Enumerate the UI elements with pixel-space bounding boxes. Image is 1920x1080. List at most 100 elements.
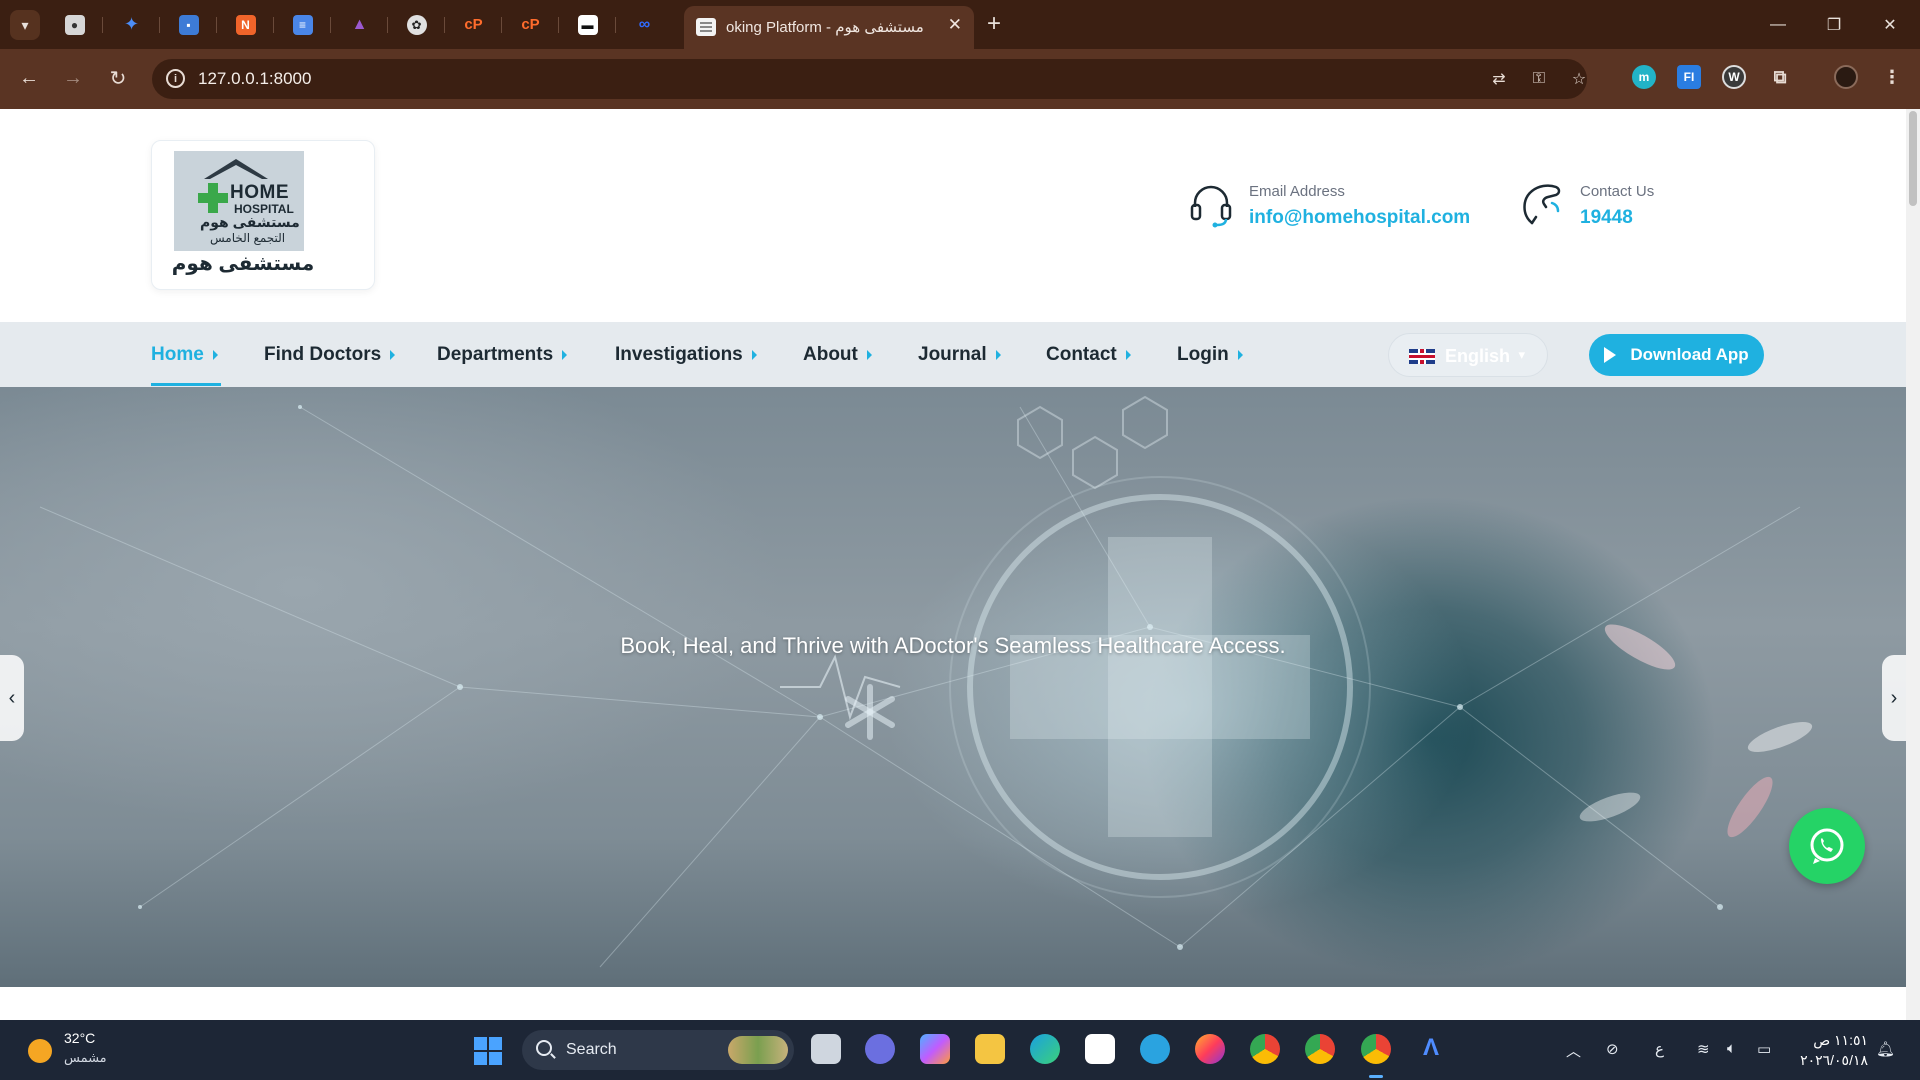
site-header: HOME HOSPITAL مستشفى هوم التجمع الخامس م… — [0, 109, 1906, 322]
extension-fi-icon[interactable]: FI — [1677, 65, 1701, 89]
tab-favicon-1: ● — [64, 14, 85, 35]
pinned-tab[interactable]: cP — [445, 0, 502, 49]
chrome-active-icon[interactable] — [1361, 1034, 1391, 1078]
app-a-icon[interactable]: Λ — [1416, 1034, 1446, 1064]
weather-temperature[interactable]: 32°C — [64, 1030, 95, 1046]
nav-contact[interactable]: Contact — [1046, 322, 1131, 387]
restore-icon[interactable]: ❐ — [1806, 0, 1862, 49]
tab-favicon-6: ▲ — [351, 15, 368, 33]
tab-favicon-4: N — [235, 14, 256, 35]
language-select[interactable]: English ▾ — [1388, 333, 1548, 377]
store-icon[interactable] — [1085, 1034, 1115, 1064]
telegram-icon[interactable] — [1140, 1034, 1170, 1064]
email-link[interactable]: info@homehospital.com — [1249, 207, 1470, 229]
url-text[interactable]: 127.0.0.1:8000 — [198, 69, 311, 89]
chevron-right-icon: › — [1890, 686, 1898, 709]
chrome-icon[interactable] — [1250, 1034, 1280, 1064]
scrollbar-thumb[interactable] — [1909, 111, 1917, 206]
menu-kebab-icon[interactable]: ⋮ — [1880, 65, 1904, 89]
nav-find-doctors[interactable]: Find Doctors — [264, 322, 396, 387]
copilot-icon[interactable] — [920, 1034, 950, 1064]
task-view-icon[interactable] — [811, 1034, 841, 1064]
download-app-button[interactable]: Download App — [1589, 334, 1764, 376]
site-logo[interactable]: HOME HOSPITAL مستشفى هوم التجمع الخامس م… — [151, 140, 375, 290]
logo-caption: مستشفى هوم — [171, 253, 315, 275]
wifi-icon[interactable]: ≋ — [1697, 1040, 1710, 1058]
close-tab-icon[interactable]: ✕ — [948, 15, 962, 35]
logo-image: HOME HOSPITAL مستشفى هوم التجمع الخامس — [174, 151, 304, 251]
taskbar-clock[interactable]: ١١:٥١ ص ٢٠٢٦/٠٥/١٨ — [1788, 1030, 1868, 1070]
uk-flag-icon — [1409, 349, 1435, 364]
file-explorer-icon[interactable] — [975, 1034, 1005, 1064]
notification-bell-icon[interactable]: 🔔︎ — [1876, 1040, 1895, 1058]
nav-login[interactable]: Login — [1177, 322, 1243, 387]
input-language-indicator[interactable]: ع — [1655, 1040, 1664, 1058]
password-key-icon[interactable]: ⚿ — [1528, 68, 1550, 90]
tab-search-button[interactable]: ▾ — [10, 10, 40, 40]
caret-right-icon — [751, 349, 757, 360]
nav-departments[interactable]: Departments — [437, 322, 568, 387]
back-icon[interactable]: ← — [14, 63, 44, 93]
slider-next-button[interactable]: › — [1882, 655, 1906, 741]
translate-icon[interactable]: ⇄ — [1488, 68, 1510, 90]
new-tab-button[interactable]: + — [987, 10, 1001, 38]
pinned-tab[interactable]: ≡ — [274, 0, 331, 49]
battery-icon[interactable]: ▭ — [1757, 1040, 1771, 1058]
extension-m-icon[interactable]: m — [1632, 65, 1656, 89]
pinned-tab[interactable]: ∞ — [616, 0, 673, 49]
pinned-tab[interactable]: ▪ — [160, 0, 217, 49]
language-selected: English — [1445, 346, 1511, 366]
notifications-off-icon[interactable]: ⊘ — [1606, 1040, 1619, 1058]
page-scrollbar[interactable] — [1906, 109, 1920, 1020]
close-window-icon[interactable]: ✕ — [1862, 0, 1918, 49]
headset-icon — [1190, 185, 1232, 228]
profile-avatar[interactable] — [1834, 65, 1858, 89]
windows-start-icon[interactable] — [474, 1037, 502, 1065]
pinned-tab[interactable]: cP — [502, 0, 559, 49]
extensions-puzzle-icon[interactable]: ⧉ — [1768, 65, 1792, 89]
pinned-tab[interactable]: N — [217, 0, 274, 49]
cpanel-icon: cP — [521, 16, 540, 33]
nav-investigations[interactable]: Investigations — [615, 322, 757, 387]
chrome-profile-icon[interactable] — [1305, 1034, 1335, 1064]
active-tab[interactable]: oking Platform - مستشفى هوم ✕ — [684, 6, 974, 49]
firefox-icon[interactable] — [1195, 1034, 1225, 1064]
sun-icon[interactable] — [28, 1039, 52, 1063]
nav-about[interactable]: About — [803, 322, 872, 387]
active-tab-title: oking Platform - مستشفى هوم — [726, 19, 924, 36]
nav-journal[interactable]: Journal — [918, 322, 1001, 387]
forward-icon[interactable]: → — [58, 63, 88, 93]
caret-right-icon — [1237, 349, 1243, 360]
whatsapp-button[interactable] — [1789, 808, 1865, 884]
edge-icon[interactable] — [1030, 1034, 1060, 1064]
extension-w-icon[interactable]: W — [1722, 65, 1746, 89]
chevron-left-icon: ‹ — [8, 686, 16, 709]
site-info-icon[interactable]: i — [166, 69, 185, 88]
weather-description[interactable]: مشمس — [64, 1050, 107, 1066]
browser-tab-bar: ▾ ● ✦ ▪ N ≡ ▲ ✿ cP cP ▬ ∞ oking Platform… — [0, 0, 1920, 49]
bookmark-star-icon[interactable]: ☆ — [1568, 68, 1590, 90]
teams-icon[interactable] — [865, 1034, 895, 1064]
phone-link[interactable]: 19448 — [1580, 207, 1633, 229]
caret-right-icon — [390, 349, 396, 360]
pinned-tab[interactable]: ▲ — [331, 0, 388, 49]
main-navigation: Home Find Doctors Departments Investigat… — [0, 322, 1906, 387]
minimize-icon[interactable]: — — [1750, 0, 1806, 49]
phone-icon — [1523, 184, 1561, 225]
pinned-tab[interactable]: ● — [46, 0, 103, 49]
pinned-tab[interactable]: ✦ — [103, 0, 160, 49]
chevron-down-icon: ▾ — [1518, 347, 1525, 362]
nav-active-indicator — [151, 383, 221, 386]
address-bar[interactable]: i 127.0.0.1:8000 ⇄ ⚿ ☆ — [152, 59, 1587, 99]
slider-prev-button[interactable]: ‹ — [0, 655, 24, 741]
volume-icon[interactable]: 🔈︎ — [1727, 1040, 1736, 1057]
pinned-tab[interactable]: ▬ — [559, 0, 616, 49]
pinned-tab[interactable]: ✿ — [388, 0, 445, 49]
play-icon — [1604, 347, 1617, 363]
taskbar-search[interactable]: Search — [522, 1030, 794, 1070]
reload-icon[interactable]: ↻ — [103, 63, 133, 93]
browser-toolbar: ← → ↻ i 127.0.0.1:8000 ⇄ ⚿ ☆ m FI W ⧉ ⋮ — [0, 49, 1920, 109]
show-hidden-icons-chevron[interactable]: ︿ — [1566, 1040, 1581, 1061]
caret-right-icon — [212, 349, 218, 360]
nav-home[interactable]: Home — [151, 322, 218, 387]
